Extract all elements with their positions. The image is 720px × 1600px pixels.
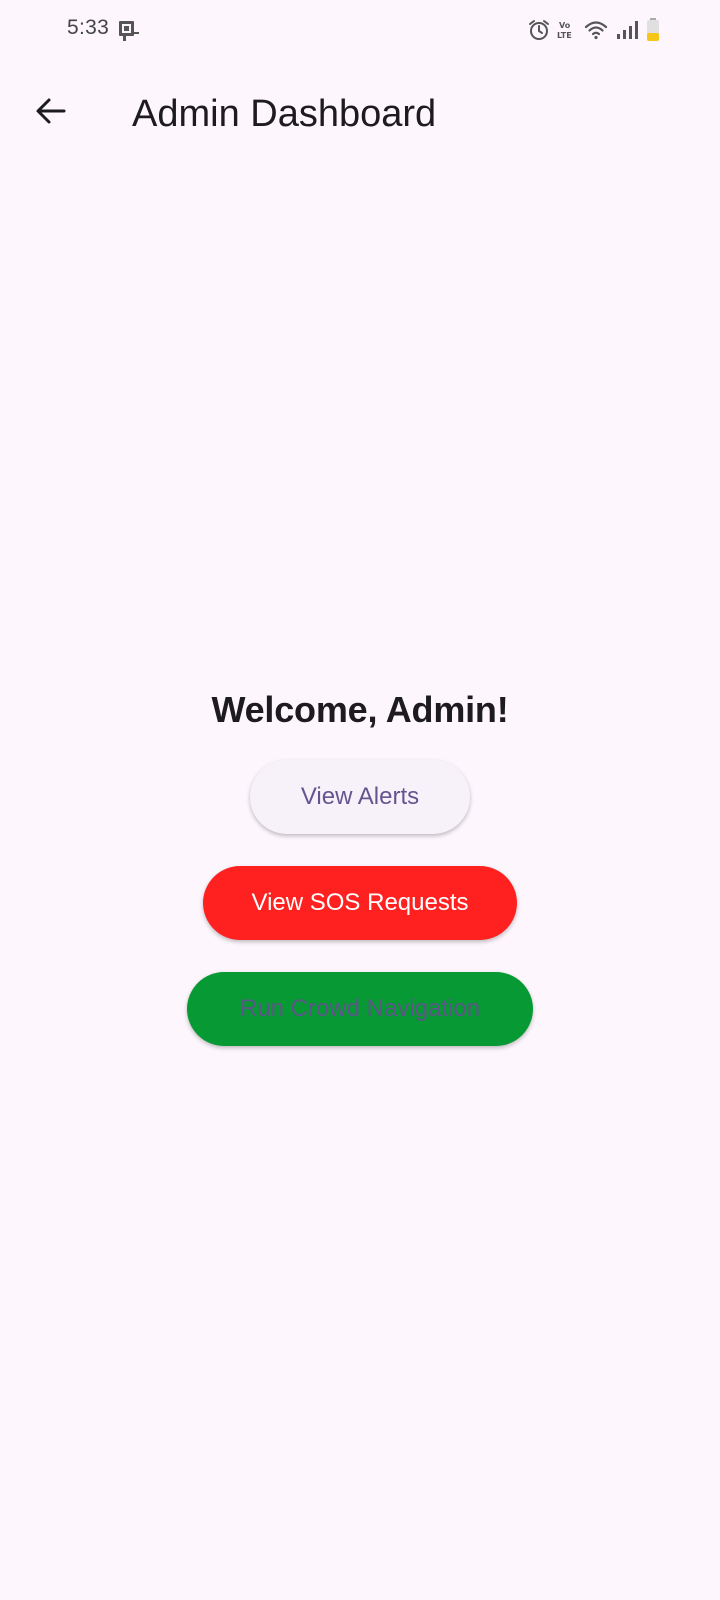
app-bar: Admin Dashboard bbox=[0, 60, 720, 160]
page-title: Admin Dashboard bbox=[132, 93, 437, 135]
svg-text:Vo: Vo bbox=[559, 21, 571, 30]
run-crowd-navigation-button[interactable]: Run Crowd Navigation bbox=[187, 972, 533, 1046]
back-button[interactable] bbox=[24, 86, 78, 140]
svg-text:LTE: LTE bbox=[557, 31, 572, 40]
status-bar: 5:33 Vo LTE bbox=[0, 0, 720, 60]
status-time: 5:33 bbox=[67, 16, 110, 39]
run-crowd-navigation-label: Run Crowd Navigation bbox=[239, 995, 481, 1022]
signal-icon bbox=[614, 19, 640, 41]
view-sos-requests-button[interactable]: View SOS Requests bbox=[203, 866, 517, 940]
view-alerts-button[interactable]: View Alerts bbox=[250, 760, 470, 834]
welcome-heading: Welcome, Admin! bbox=[211, 689, 509, 730]
notification-icon bbox=[118, 18, 140, 42]
arrow-back-icon bbox=[34, 94, 68, 133]
main-content: Welcome, Admin! View Alerts View SOS Req… bbox=[0, 680, 720, 1046]
status-icons: Vo LTE bbox=[528, 17, 660, 43]
view-alerts-label: View Alerts bbox=[300, 783, 420, 810]
wifi-icon bbox=[584, 20, 608, 40]
volte-icon: Vo LTE bbox=[556, 19, 578, 41]
alarm-icon bbox=[528, 19, 550, 41]
battery-icon bbox=[646, 18, 660, 42]
view-sos-requests-label: View SOS Requests bbox=[251, 889, 469, 916]
